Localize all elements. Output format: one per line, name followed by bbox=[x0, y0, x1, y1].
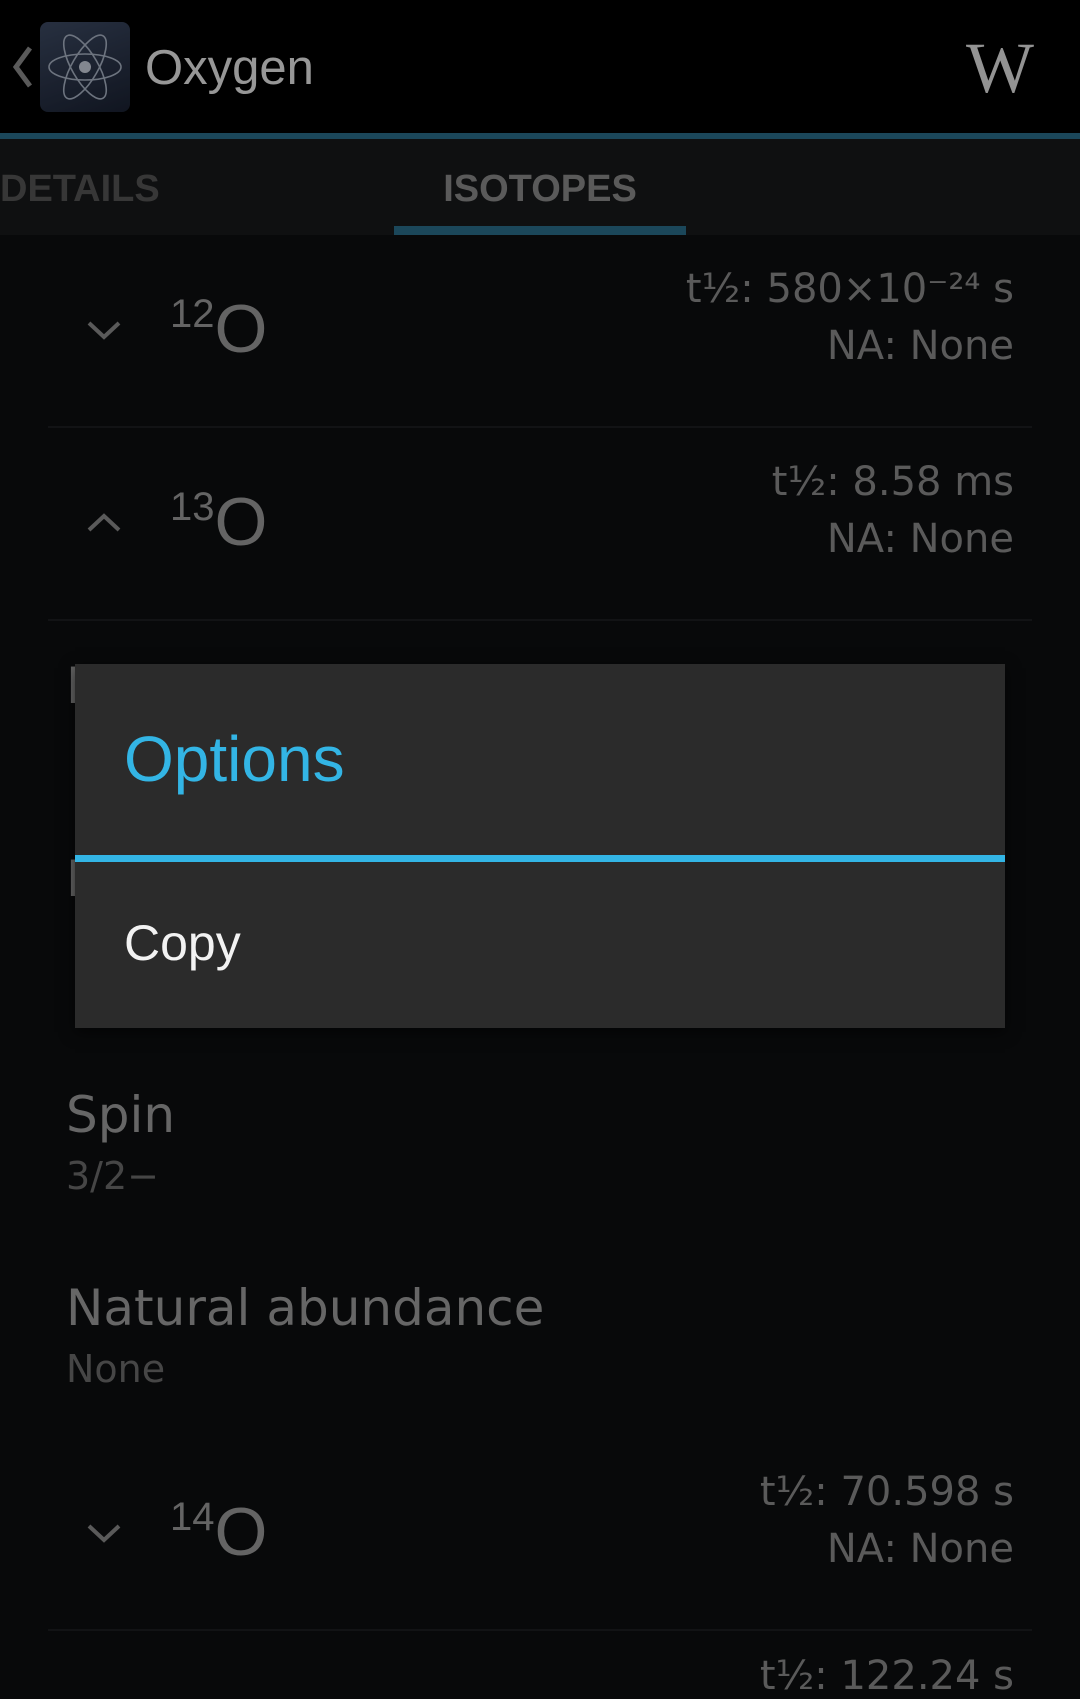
copy-menu-item-label: Copy bbox=[124, 915, 241, 971]
copy-menu-item[interactable]: Copy bbox=[75, 862, 1005, 1028]
dialog-title: Options bbox=[124, 723, 345, 795]
dialog-title-divider bbox=[75, 855, 1005, 862]
options-dialog: Options Copy bbox=[75, 664, 1005, 1028]
